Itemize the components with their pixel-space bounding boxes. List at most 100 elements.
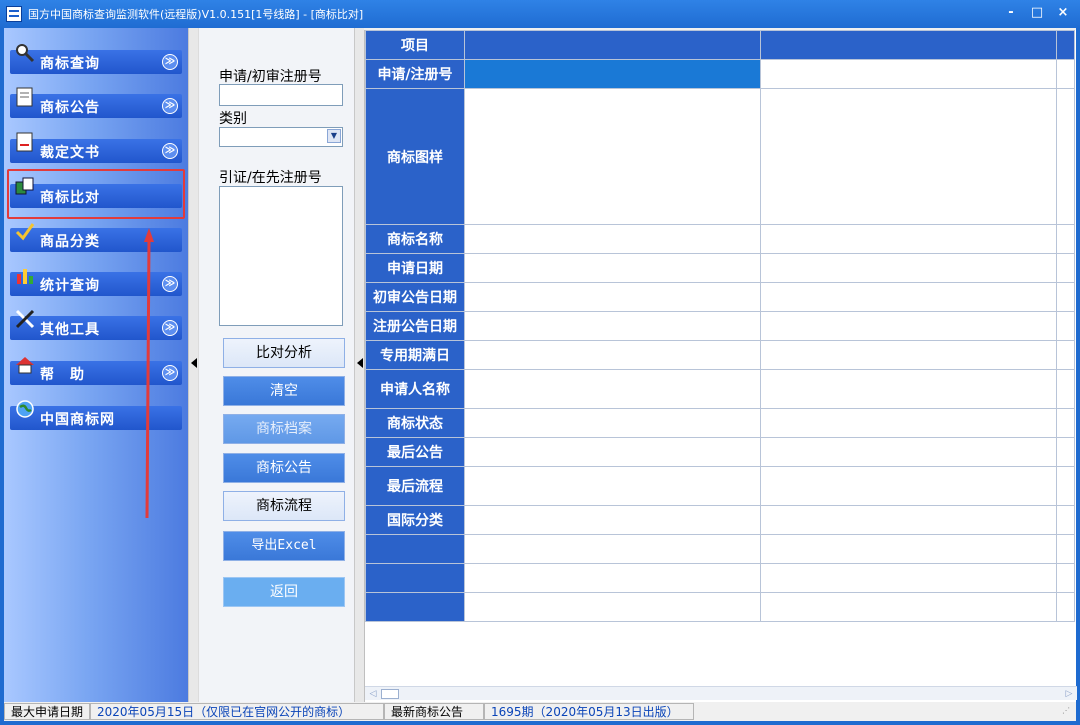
category-select[interactable]: ▼ bbox=[219, 127, 343, 147]
sidebar-item-ruling-documents[interactable]: 裁定文书 ≫ bbox=[10, 132, 182, 163]
table-cell[interactable] bbox=[1056, 340, 1075, 370]
cited-reg-no-input[interactable] bbox=[219, 186, 343, 326]
table-cell[interactable] bbox=[464, 563, 761, 593]
status-bar: 最大申请日期 2020年05月15日（仅限已在官网公开的商标） 最新商标公告 1… bbox=[4, 702, 1076, 721]
table-cell[interactable] bbox=[1056, 224, 1075, 254]
table-row: 初审公告日期 bbox=[365, 282, 1075, 312]
table-cell[interactable] bbox=[1056, 505, 1075, 535]
table-cell[interactable] bbox=[760, 311, 1057, 341]
sidebar-item-china-trademark-site[interactable]: 中国商标网 bbox=[10, 400, 182, 430]
title-bar: 国方中国商标查询监测软件(远程版)V1.0.151[1号线路] - [商标比对]… bbox=[0, 0, 1080, 28]
horizontal-scrollbar[interactable]: ◁ ▷ bbox=[365, 686, 1077, 700]
table-cell[interactable] bbox=[464, 224, 761, 254]
collapse-left-icon[interactable] bbox=[191, 358, 197, 368]
table-cell[interactable] bbox=[1056, 59, 1075, 89]
trademark-announcement-button[interactable]: 商标公告 bbox=[223, 453, 345, 483]
compare-analysis-button[interactable]: 比对分析 bbox=[223, 338, 345, 368]
expand-icon[interactable]: ≫ bbox=[162, 54, 178, 70]
sidebar-item-trademark-search[interactable]: 商标查询 ≫ bbox=[10, 44, 182, 74]
trademark-archive-button[interactable]: 商标档案 bbox=[223, 414, 345, 444]
table-cell[interactable] bbox=[760, 369, 1057, 409]
table-cell[interactable] bbox=[1056, 282, 1075, 312]
table-cell[interactable] bbox=[760, 592, 1057, 622]
table-cell[interactable] bbox=[760, 253, 1057, 283]
table-cell[interactable] bbox=[1056, 253, 1075, 283]
table-cell[interactable] bbox=[464, 369, 761, 409]
scroll-thumb[interactable] bbox=[381, 689, 399, 699]
maximize-button[interactable]: □ bbox=[1026, 4, 1048, 22]
table-cell[interactable] bbox=[760, 59, 1057, 89]
row-header bbox=[365, 592, 465, 622]
table-cell-selected[interactable] bbox=[464, 59, 761, 89]
table-cell[interactable] bbox=[464, 282, 761, 312]
collapse-middle-icon[interactable] bbox=[357, 358, 363, 368]
table-cell[interactable] bbox=[464, 408, 761, 438]
table-cell[interactable] bbox=[760, 466, 1057, 506]
chart-icon bbox=[17, 269, 33, 284]
row-header: 最后流程 bbox=[365, 466, 465, 506]
close-button[interactable]: × bbox=[1052, 4, 1074, 22]
sidebar-item-help[interactable]: 帮 助 ≫ bbox=[10, 357, 182, 385]
sidebar-item-label: 裁定文书 bbox=[40, 145, 100, 161]
expand-icon[interactable]: ≫ bbox=[162, 143, 178, 159]
main-frame: 商标查询 ≫ 商标公告 ≫ 裁定文书 ≫ 商标比对 商品分类 统计查询 ≫ 其他… bbox=[4, 28, 1077, 702]
table-cell[interactable] bbox=[760, 563, 1057, 593]
table-cell[interactable] bbox=[464, 311, 761, 341]
splitter-left[interactable] bbox=[188, 28, 198, 702]
table-cell[interactable] bbox=[1056, 563, 1075, 593]
table-cell[interactable] bbox=[464, 88, 761, 225]
row-header: 商标名称 bbox=[365, 224, 465, 254]
clear-button[interactable]: 清空 bbox=[223, 376, 345, 406]
table-cell[interactable] bbox=[464, 592, 761, 622]
expand-icon[interactable]: ≫ bbox=[162, 98, 178, 114]
table-row: 最后流程 bbox=[365, 466, 1075, 506]
table-cell[interactable] bbox=[760, 437, 1057, 467]
table-cell[interactable] bbox=[1056, 592, 1075, 622]
table-cell[interactable] bbox=[760, 408, 1057, 438]
expand-icon[interactable]: ≫ bbox=[162, 320, 178, 336]
table-cell[interactable] bbox=[464, 505, 761, 535]
table-row bbox=[365, 563, 1075, 593]
table-cell[interactable] bbox=[464, 466, 761, 506]
table-cell[interactable] bbox=[464, 340, 761, 370]
table-cell[interactable] bbox=[464, 253, 761, 283]
category-label: 类别 bbox=[219, 111, 247, 127]
dropdown-arrow-icon[interactable]: ▼ bbox=[327, 129, 341, 143]
table-cell[interactable] bbox=[760, 340, 1057, 370]
table-cell[interactable] bbox=[760, 282, 1057, 312]
row-header: 申请/注册号 bbox=[365, 59, 465, 89]
sidebar-item-trademark-announcement[interactable]: 商标公告 ≫ bbox=[10, 87, 182, 118]
reg-no-input[interactable] bbox=[219, 84, 343, 106]
sidebar-item-other-tools[interactable]: 其他工具 ≫ bbox=[10, 309, 182, 340]
table-cell[interactable] bbox=[1056, 369, 1075, 409]
table-cell[interactable] bbox=[760, 88, 1057, 225]
table-cell[interactable] bbox=[1056, 466, 1075, 506]
table-cell[interactable] bbox=[1056, 408, 1075, 438]
table-cell[interactable] bbox=[1056, 311, 1075, 341]
table-cell[interactable] bbox=[760, 505, 1057, 535]
pointer-arrow-icon bbox=[144, 228, 154, 518]
table-cell[interactable] bbox=[1056, 534, 1075, 564]
comparison-grid: 项目 申请/注册号 商标图样 商标名称 申请日期 初审公告日期 注册公告日期 专… bbox=[364, 30, 1077, 702]
splitter-right[interactable] bbox=[354, 28, 364, 702]
trademark-process-button[interactable]: 商标流程 bbox=[223, 491, 345, 521]
cited-reg-no-label: 引证/在先注册号 bbox=[219, 170, 322, 186]
scroll-left-icon[interactable]: ◁ bbox=[367, 688, 379, 700]
file-icon bbox=[16, 132, 33, 152]
back-button[interactable]: 返回 bbox=[223, 577, 345, 607]
sidebar-item-statistics[interactable]: 统计查询 ≫ bbox=[10, 269, 182, 296]
minimize-button[interactable]: - bbox=[1000, 4, 1022, 22]
sidebar: 商标查询 ≫ 商标公告 ≫ 裁定文书 ≫ 商标比对 商品分类 统计查询 ≫ 其他… bbox=[4, 28, 188, 702]
expand-icon[interactable]: ≫ bbox=[162, 276, 178, 292]
resize-grip-icon[interactable]: ⋰ bbox=[1062, 706, 1072, 716]
table-cell[interactable] bbox=[464, 534, 761, 564]
scroll-right-icon[interactable]: ▷ bbox=[1063, 688, 1075, 700]
export-excel-button[interactable]: 导出Excel bbox=[223, 531, 345, 561]
sidebar-item-goods-classification[interactable]: 商品分类 bbox=[10, 223, 182, 252]
expand-icon[interactable]: ≫ bbox=[162, 365, 178, 381]
table-cell[interactable] bbox=[1056, 88, 1075, 225]
table-cell[interactable] bbox=[760, 534, 1057, 564]
table-cell[interactable] bbox=[464, 437, 761, 467]
table-cell[interactable] bbox=[1056, 437, 1075, 467]
table-cell[interactable] bbox=[760, 224, 1057, 254]
